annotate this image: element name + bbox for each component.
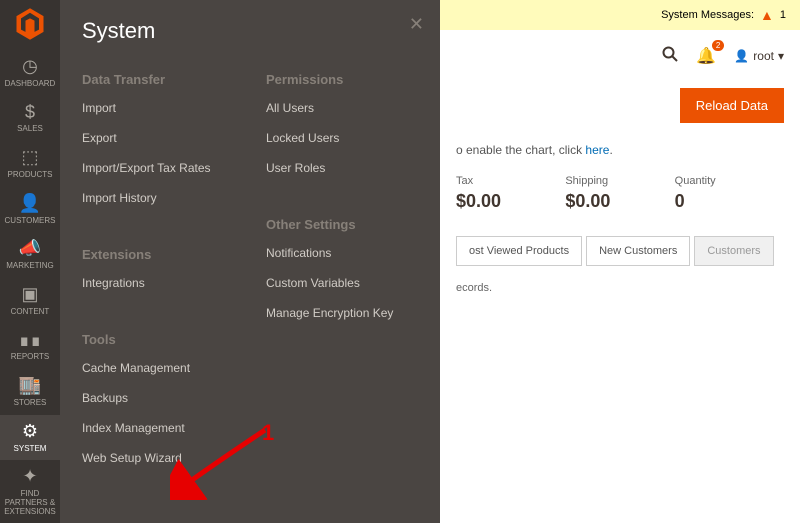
store-icon: 🏬	[19, 376, 41, 396]
nav-products[interactable]: ⬚PRODUCTS	[0, 141, 60, 187]
dashboard-tabs: ost Viewed Products New Customers Custom…	[440, 236, 800, 266]
menu-locked-users[interactable]: Locked Users	[266, 131, 440, 145]
chevron-down-icon: ▾	[778, 49, 784, 63]
menu-backups[interactable]: Backups	[82, 391, 256, 405]
nav-marketing[interactable]: 📣MARKETING	[0, 232, 60, 278]
username: root	[753, 49, 774, 63]
menu-manage-encryption[interactable]: Manage Encryption Key	[266, 306, 440, 320]
system-messages-count: 1	[780, 9, 786, 21]
menu-import-export-tax[interactable]: Import/Export Tax Rates	[82, 161, 256, 175]
nav-stores[interactable]: 🏬STORES	[0, 369, 60, 415]
layout-icon: ▣	[21, 285, 38, 305]
group-data-transfer: Data Transfer	[82, 72, 256, 87]
stat-tax: Tax$0.00	[456, 175, 565, 212]
group-other: Other Settings	[266, 217, 440, 232]
menu-user-roles[interactable]: User Roles	[266, 161, 440, 175]
topbar: 🔔2 👤 root ▾	[440, 30, 800, 82]
enable-chart-link[interactable]: here	[585, 143, 609, 157]
menu-notifications[interactable]: Notifications	[266, 246, 440, 260]
main-content: System Messages: ▲ 1 🔔2 👤 root ▾ Reload …	[440, 0, 800, 523]
reload-data-button[interactable]: Reload Data	[680, 88, 784, 123]
warning-icon: ▲	[760, 7, 774, 23]
close-icon[interactable]: ✕	[409, 14, 424, 35]
notifications-icon[interactable]: 🔔2	[696, 46, 716, 66]
annotation-number: 1	[262, 420, 274, 446]
tab-customers[interactable]: Customers	[694, 236, 773, 266]
megaphone-icon: 📣	[19, 239, 41, 259]
tab-new-customers[interactable]: New Customers	[586, 236, 690, 266]
chart-icon: ∎∎	[19, 331, 42, 351]
menu-index-management[interactable]: Index Management	[82, 421, 256, 435]
user-menu[interactable]: 👤 root ▾	[734, 49, 784, 63]
records-text: ecords.	[440, 266, 800, 310]
stat-shipping: Shipping$0.00	[565, 175, 674, 212]
menu-integrations[interactable]: Integrations	[82, 276, 256, 290]
menu-import[interactable]: Import	[82, 101, 256, 115]
search-icon[interactable]	[662, 46, 678, 67]
nav-content[interactable]: ▣CONTENT	[0, 278, 60, 324]
notifications-badge: 2	[712, 40, 724, 51]
gauge-icon: ◷	[22, 57, 38, 77]
dollar-icon: $	[25, 103, 35, 123]
stats-row: Tax$0.00 Shipping$0.00 Quantity0	[440, 175, 800, 236]
group-tools: Tools	[82, 332, 256, 347]
menu-all-users[interactable]: All Users	[266, 101, 440, 115]
nav-sales[interactable]: $SALES	[0, 96, 60, 142]
chart-enable-note: o enable the chart, click here.	[440, 137, 800, 175]
nav-partners[interactable]: ✦FIND PARTNERS & EXTENSIONS	[0, 460, 60, 523]
menu-web-setup-wizard[interactable]: Web Setup Wizard	[82, 451, 256, 465]
cube-icon: ⬚	[21, 148, 38, 168]
nav-system[interactable]: ⚙SYSTEM	[0, 415, 60, 461]
system-messages-label: System Messages:	[661, 9, 754, 21]
group-extensions: Extensions	[82, 247, 256, 262]
menu-export[interactable]: Export	[82, 131, 256, 145]
system-flyout: System ✕ Data Transfer Import Export Imp…	[60, 0, 440, 523]
admin-nav-rail: ◷DASHBOARD $SALES ⬚PRODUCTS 👤CUSTOMERS 📣…	[0, 0, 60, 523]
tab-most-viewed[interactable]: ost Viewed Products	[456, 236, 582, 266]
stat-quantity: Quantity0	[675, 175, 784, 212]
nav-reports[interactable]: ∎∎REPORTS	[0, 324, 60, 370]
menu-import-history[interactable]: Import History	[82, 191, 256, 205]
nav-customers[interactable]: 👤CUSTOMERS	[0, 187, 60, 233]
nav-dashboard[interactable]: ◷DASHBOARD	[0, 50, 60, 96]
partners-icon: ✦	[22, 467, 37, 487]
person-icon: 👤	[19, 194, 41, 214]
flyout-title: System	[82, 18, 440, 44]
menu-cache-management[interactable]: Cache Management	[82, 361, 256, 375]
magento-logo[interactable]	[12, 6, 48, 42]
system-messages-bar[interactable]: System Messages: ▲ 1	[440, 0, 800, 30]
user-avatar-icon: 👤	[734, 49, 749, 63]
group-permissions: Permissions	[266, 72, 440, 87]
menu-custom-variables[interactable]: Custom Variables	[266, 276, 440, 290]
gear-icon: ⚙	[22, 422, 38, 442]
